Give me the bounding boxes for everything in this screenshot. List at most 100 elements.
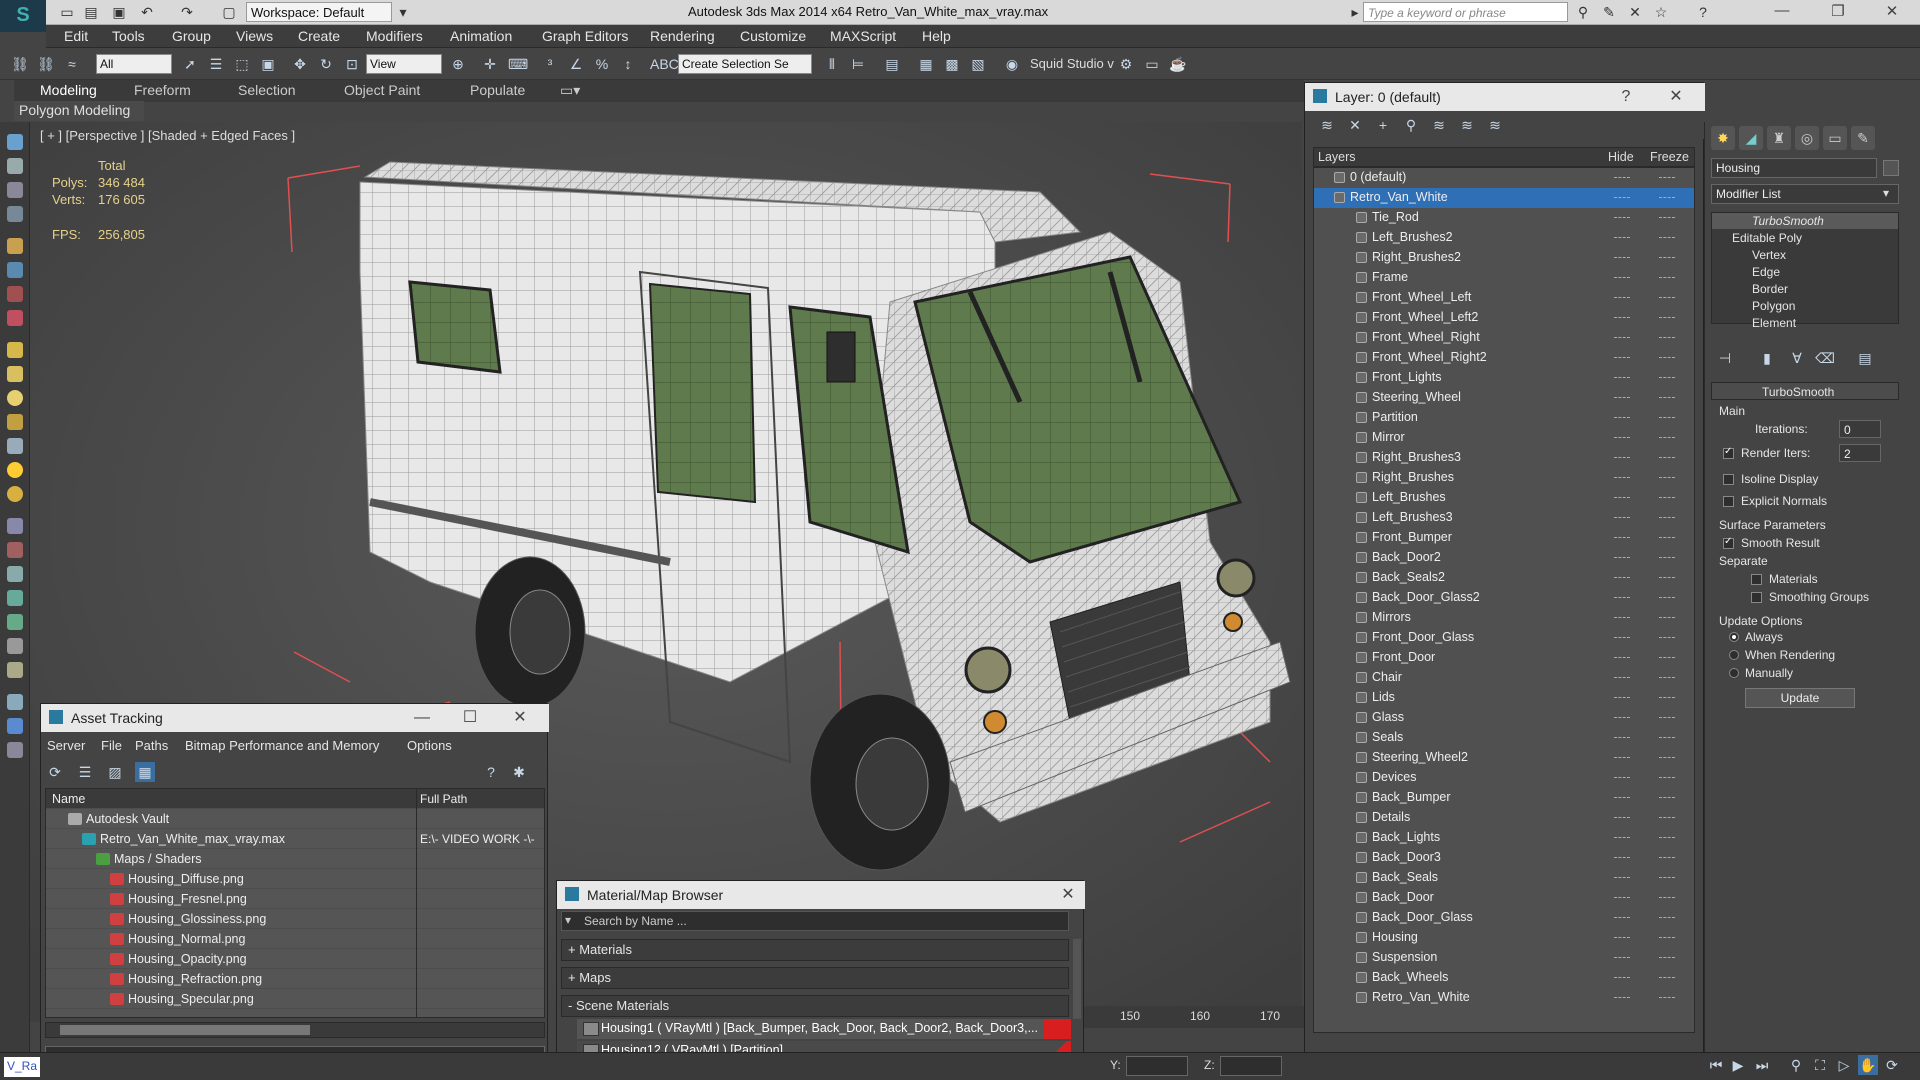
strip-tool-icon[interactable] [7, 718, 23, 734]
tab-modeling[interactable]: Modeling [40, 82, 97, 98]
material-editor-icon[interactable]: ◉ [1002, 54, 1022, 74]
modify-tab-icon[interactable]: ◢ [1739, 126, 1763, 150]
asset-menu-server[interactable]: Server [47, 738, 85, 753]
strip-tool-icon[interactable] [7, 182, 23, 198]
save-icon[interactable]: ▣ [110, 3, 128, 21]
chevron-down-icon[interactable]: ▾ [394, 3, 412, 21]
layer-freeze-toggle[interactable] [1659, 257, 1675, 259]
layer-row[interactable]: Back_Bumper [1314, 788, 1694, 808]
layer-freeze-toggle[interactable] [1659, 777, 1675, 779]
named-selection-set-select[interactable]: Create Selection Se [678, 54, 812, 74]
table-view-icon[interactable]: ▦ [135, 762, 155, 782]
binoculars-icon[interactable]: ⚲ [1574, 3, 1592, 21]
zoom-extents-icon[interactable]: ⛶ [1810, 1055, 1830, 1075]
layer-freeze-toggle[interactable] [1659, 197, 1675, 199]
layer-freeze-toggle[interactable] [1659, 377, 1675, 379]
favorites-star-icon[interactable]: ☆ [1652, 3, 1670, 21]
communication-icon[interactable]: ✕ [1626, 3, 1644, 21]
hide-all-layers-icon[interactable]: ≋ [1457, 115, 1477, 135]
menu-rendering[interactable]: Rendering [650, 28, 715, 44]
menu-create[interactable]: Create [298, 28, 340, 44]
orbit-icon[interactable]: ⟳ [1882, 1055, 1902, 1075]
tab-populate[interactable]: Populate [470, 82, 525, 98]
field-of-view-icon[interactable]: ▷ [1834, 1055, 1854, 1075]
strip-tool-icon[interactable] [7, 438, 23, 454]
select-by-name-icon[interactable]: ☰ [206, 54, 226, 74]
layer-hide-toggle[interactable] [1614, 997, 1630, 999]
layer-row[interactable]: Seals [1314, 728, 1694, 748]
section-materials[interactable]: + Materials [561, 939, 1069, 961]
utilities-tab-icon[interactable]: ✎ [1851, 126, 1875, 150]
layer-hide-toggle[interactable] [1614, 237, 1630, 239]
unlink-icon[interactable]: ⛓ [36, 54, 56, 74]
layer-hide-toggle[interactable] [1614, 257, 1630, 259]
menu-views[interactable]: Views [236, 28, 273, 44]
layer-freeze-toggle[interactable] [1659, 497, 1675, 499]
strip-tool-icon[interactable] [7, 590, 23, 606]
maximize-window-button[interactable]: ❐ [1818, 2, 1858, 22]
strip-tool-icon[interactable] [7, 342, 23, 358]
layer-freeze-toggle[interactable] [1659, 577, 1675, 579]
layer-row[interactable]: Back_Door [1314, 888, 1694, 908]
tab-object-paint[interactable]: Object Paint [344, 82, 420, 98]
layer-freeze-toggle[interactable] [1659, 697, 1675, 699]
help-icon[interactable]: ? [481, 762, 501, 782]
minimize-window-button[interactable]: — [1762, 2, 1802, 22]
menu-graph-editors[interactable]: Graph Editors [542, 28, 628, 44]
layer-row[interactable]: Back_Seals [1314, 868, 1694, 888]
select-objects-in-layer-icon[interactable]: ⚲ [1401, 115, 1421, 135]
zoom-icon[interactable]: ⚲ [1786, 1055, 1806, 1075]
strip-tool-icon[interactable] [7, 262, 23, 278]
strip-tool-icon[interactable] [7, 134, 23, 150]
layer-hide-toggle[interactable] [1614, 417, 1630, 419]
layer-freeze-toggle[interactable] [1659, 677, 1675, 679]
create-layer-icon[interactable]: ≋ [1317, 115, 1337, 135]
stack-item-element[interactable]: Element [1752, 316, 1796, 330]
smoothing-groups-checkbox[interactable] [1751, 592, 1762, 603]
layer-hide-toggle[interactable] [1614, 497, 1630, 499]
layer-row[interactable]: Retro_Van_White [1314, 188, 1694, 208]
layer-row[interactable]: Back_Seals2 [1314, 568, 1694, 588]
layer-hide-toggle[interactable] [1614, 837, 1630, 839]
layer-freeze-toggle[interactable] [1659, 997, 1675, 999]
strip-tool-icon[interactable] [7, 462, 23, 478]
hierarchy-tab-icon[interactable]: ♜ [1767, 126, 1791, 150]
layer-row[interactable]: Front_Wheel_Right2 [1314, 348, 1694, 368]
layer-hide-toggle[interactable] [1614, 677, 1630, 679]
layer-freeze-toggle[interactable] [1659, 957, 1675, 959]
layer-freeze-toggle[interactable] [1659, 597, 1675, 599]
workspace-select[interactable]: Workspace: Default [246, 2, 392, 22]
close-icon[interactable]: ✕ [1667, 88, 1685, 106]
layer-row[interactable]: Left_Brushes2 [1314, 228, 1694, 248]
layer-freeze-toggle[interactable] [1659, 837, 1675, 839]
asset-menu-file[interactable]: File [101, 738, 122, 753]
help-icon[interactable]: ? [1694, 3, 1712, 21]
chevron-down-icon[interactable]: ▾ [565, 913, 571, 927]
section-scene-materials[interactable]: - Scene Materials [561, 995, 1069, 1017]
maxscript-listener-box[interactable]: V_Ra [4, 1057, 40, 1077]
curve-editor-icon[interactable]: ▩ [942, 54, 962, 74]
pin-stack-icon[interactable]: ⊣ [1715, 348, 1735, 368]
layer-row[interactable]: Suspension [1314, 948, 1694, 968]
strip-tool-icon[interactable] [7, 694, 23, 710]
layer-hide-toggle[interactable] [1614, 757, 1630, 759]
rotate-icon[interactable]: ↻ [316, 54, 336, 74]
layer-row[interactable]: Steering_Wheel2 [1314, 748, 1694, 768]
subscription-icon[interactable]: ✎ [1600, 3, 1618, 21]
chevron-down-icon[interactable]: ▾ [1883, 186, 1889, 200]
layer-freeze-toggle[interactable] [1659, 277, 1675, 279]
timeline-ruler[interactable]: 150 160 170 [1084, 1006, 1304, 1028]
layer-freeze-toggle[interactable] [1659, 897, 1675, 899]
move-icon[interactable]: ✥ [290, 54, 310, 74]
squid-studio-label[interactable]: Squid Studio v [1030, 56, 1114, 71]
layer-freeze-toggle[interactable] [1659, 917, 1675, 919]
layer-freeze-toggle[interactable] [1659, 317, 1675, 319]
layer-hide-toggle[interactable] [1614, 197, 1630, 199]
layer-freeze-toggle[interactable] [1659, 537, 1675, 539]
z-coordinate-field[interactable] [1220, 1056, 1282, 1076]
strip-tool-icon[interactable] [7, 518, 23, 534]
layer-hide-toggle[interactable] [1614, 397, 1630, 399]
next-frame-icon[interactable]: ⏭ [1752, 1055, 1772, 1075]
layer-hide-toggle[interactable] [1614, 857, 1630, 859]
object-name-input[interactable]: Housing [1711, 158, 1877, 178]
